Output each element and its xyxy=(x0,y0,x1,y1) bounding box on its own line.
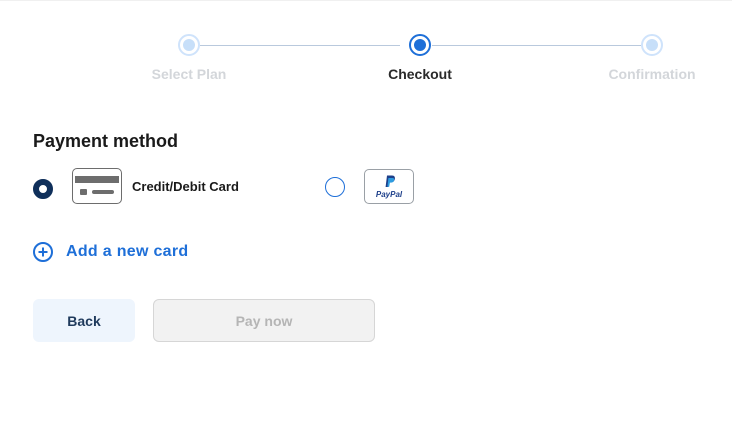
step-label-select-plan: Select Plan xyxy=(151,66,227,82)
step-indicator-select-plan xyxy=(178,34,200,56)
payment-method-title: Payment method xyxy=(33,131,179,151)
credit-card-icon xyxy=(72,168,122,204)
paypal-radio[interactable] xyxy=(325,177,345,197)
step-indicator-checkout xyxy=(409,34,431,56)
paypal-option[interactable]: PayPal xyxy=(364,169,414,204)
card-option-label: Credit/Debit Card xyxy=(132,179,239,194)
pay-now-button[interactable]: Pay now xyxy=(153,299,375,342)
step-connector xyxy=(432,45,641,46)
plus-circle-icon xyxy=(33,242,53,262)
paypal-logo-text: PayPal xyxy=(375,190,403,199)
card-radio[interactable] xyxy=(33,179,53,199)
checkout-stepper: Select Plan Checkout Confirmation xyxy=(0,0,732,100)
add-new-card-link[interactable]: Add a new card xyxy=(33,242,188,262)
step-indicator-confirmation xyxy=(641,34,663,56)
step-label-checkout: Checkout xyxy=(388,66,452,82)
step-connector xyxy=(200,45,400,46)
add-new-card-label: Add a new card xyxy=(66,243,189,260)
back-button[interactable]: Back xyxy=(33,299,135,342)
step-label-confirmation: Confirmation xyxy=(608,66,696,82)
paypal-logo-icon xyxy=(385,175,395,187)
